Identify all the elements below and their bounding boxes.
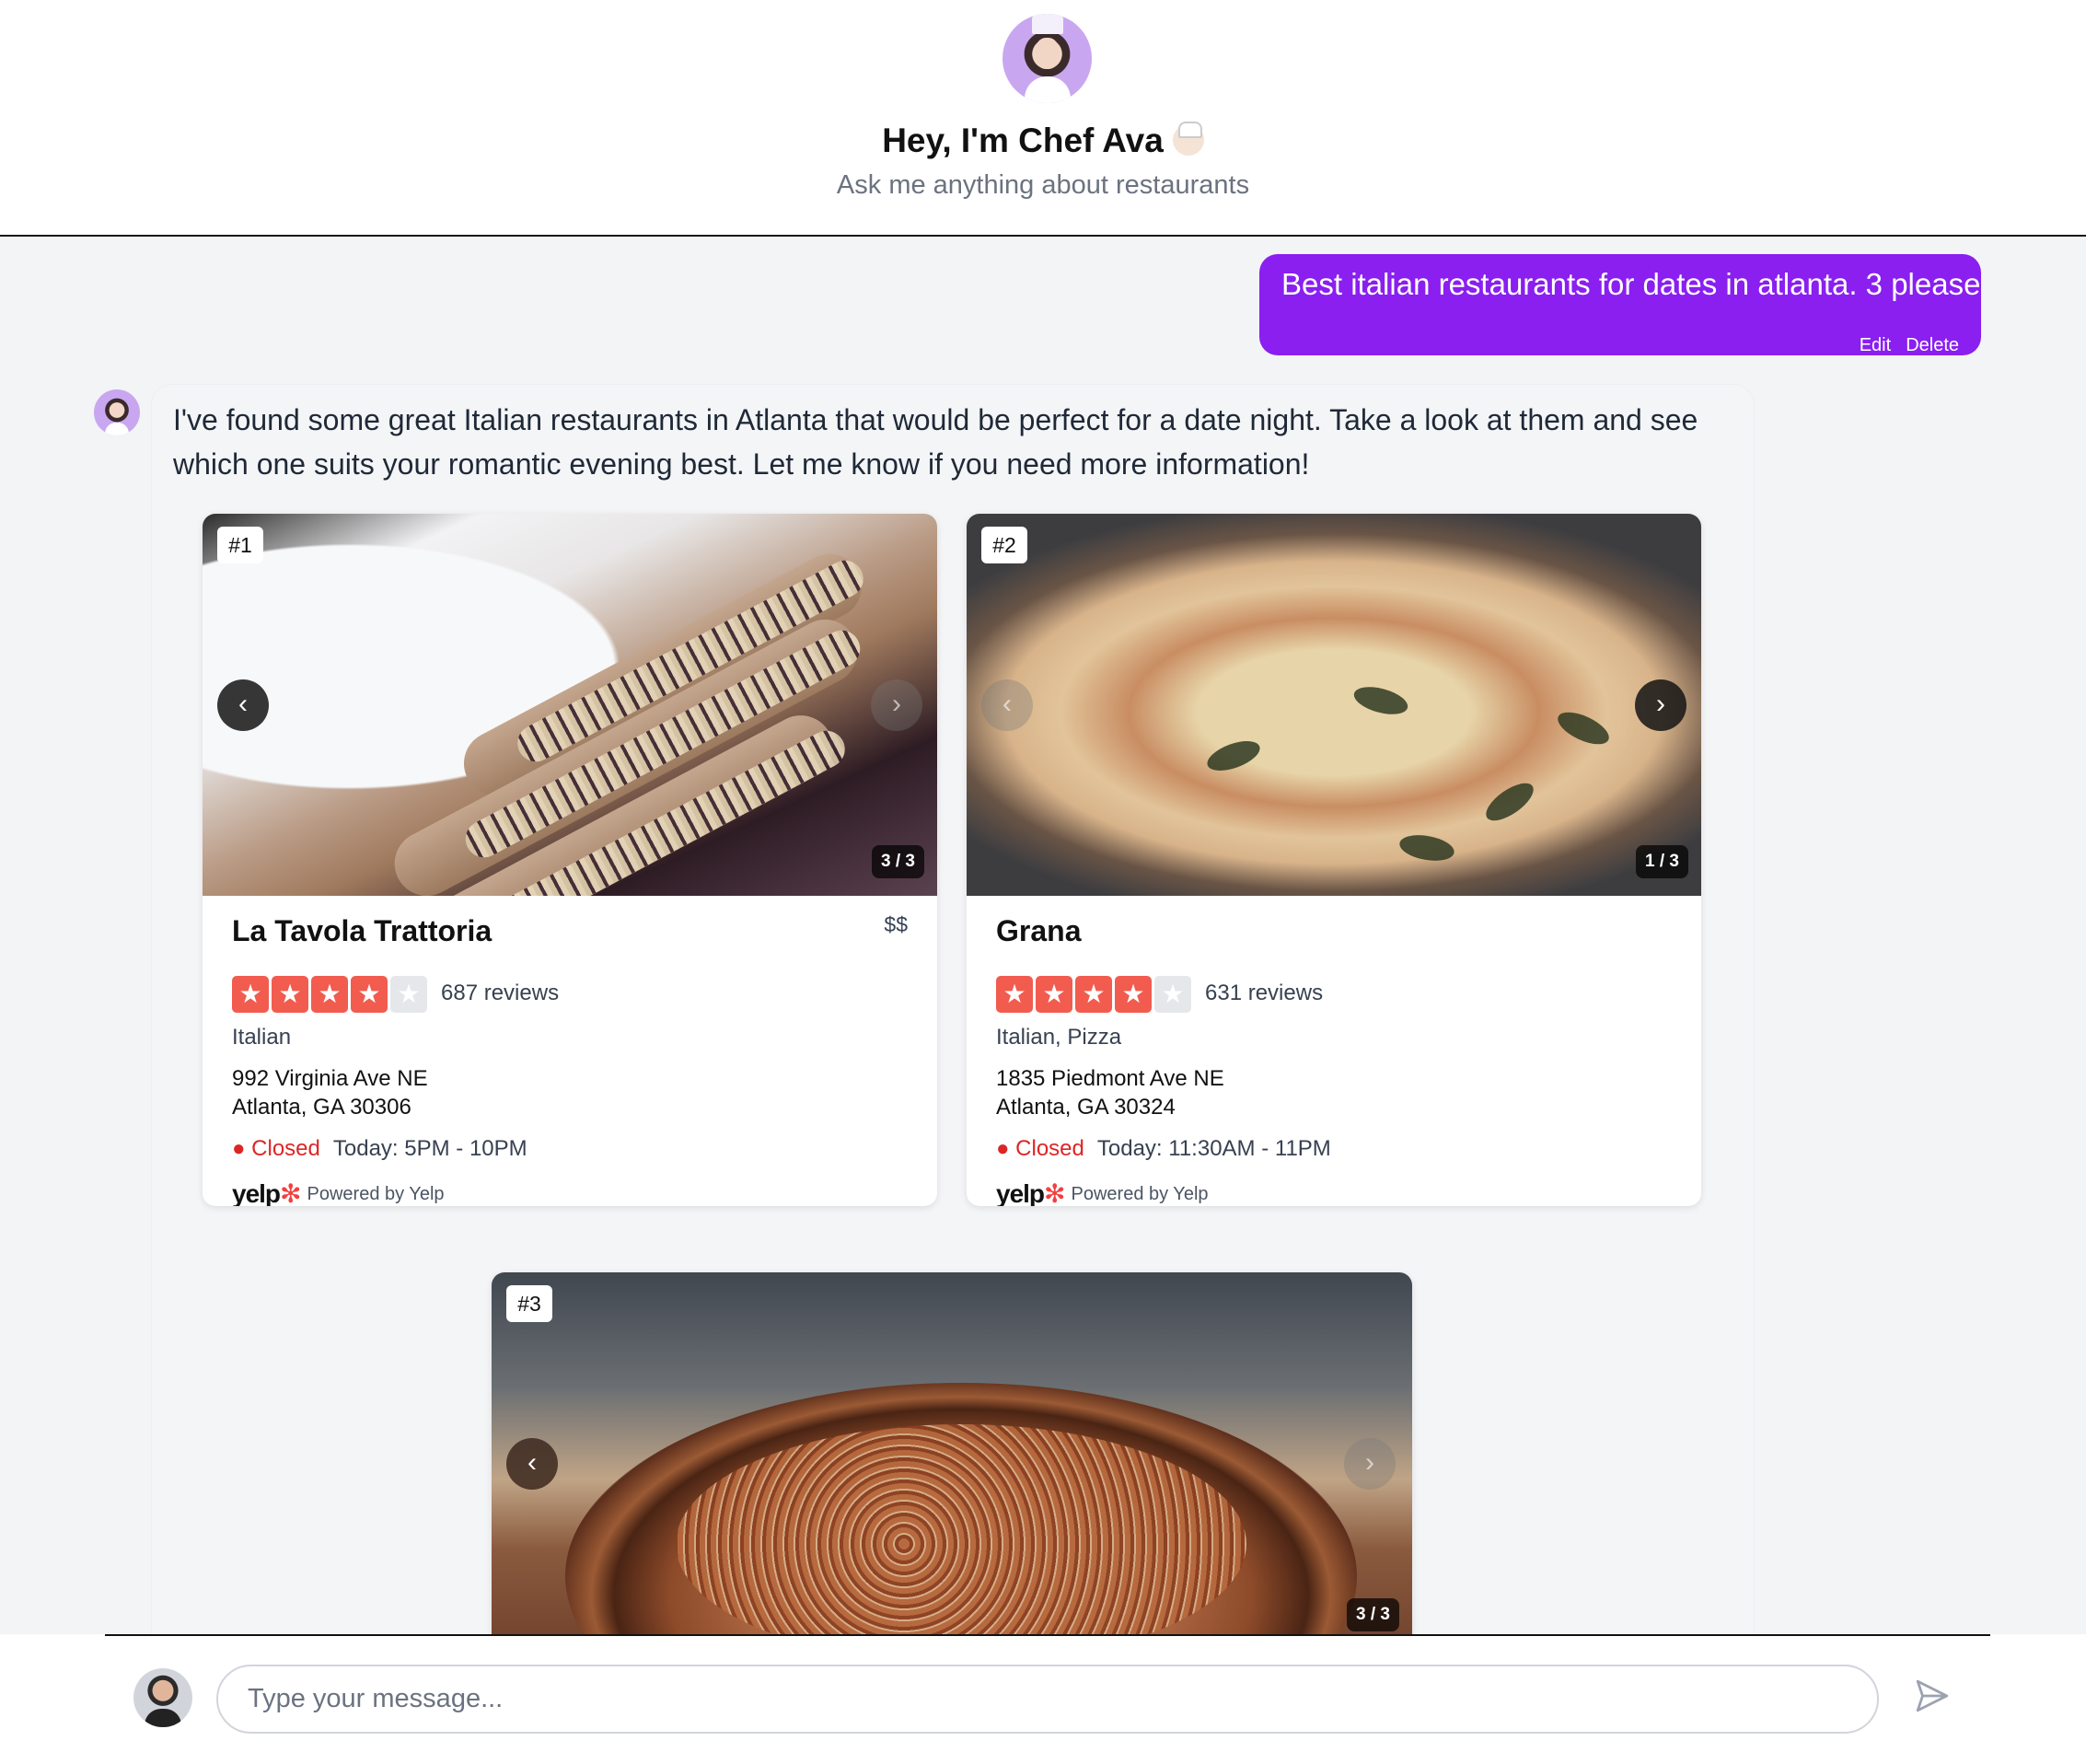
restaurant-name[interactable]: Grana xyxy=(996,914,1081,948)
delete-button[interactable]: Delete xyxy=(1906,335,1959,355)
photo-counter: 1 / 3 xyxy=(1636,845,1688,878)
chevron-right-icon: › xyxy=(1656,689,1665,719)
star-icon xyxy=(351,976,388,1013)
address-line2: Atlanta, GA 30306 xyxy=(232,1095,411,1120)
restaurant-card[interactable]: #2 ‹ › 1 / 3 Grana 631 reviews Italian, … xyxy=(967,514,1701,1206)
yelp-burst-icon: ✻ xyxy=(280,1179,302,1206)
review-count: 631 reviews xyxy=(1205,981,1324,1005)
yelp-attribution[interactable]: yelp✻ Powered by Yelp xyxy=(996,1178,1209,1206)
star-icon xyxy=(1036,976,1072,1013)
review-count: 687 reviews xyxy=(441,981,560,1005)
prev-photo-button[interactable]: ‹ xyxy=(217,679,269,731)
user-message-bubble: Best italian restaurants for dates in at… xyxy=(1259,254,1981,355)
bot-message-bubble: I've found some great Italian restaurant… xyxy=(152,385,1754,1634)
star-icon xyxy=(996,976,1033,1013)
powered-by-yelp: Powered by Yelp xyxy=(307,1184,445,1204)
chevron-left-icon: ‹ xyxy=(1002,689,1012,719)
bot-message-text: I've found some great Italian restaurant… xyxy=(173,403,1698,481)
page-subtitle: Ask me anything about restaurants xyxy=(836,170,1250,200)
page-title-text: Hey, I'm Chef Ava xyxy=(882,122,1164,159)
open-status: ● Closed Today: 5PM - 10PM xyxy=(232,1136,527,1162)
restaurant-card[interactable]: #1 ‹ › 3 / 3 La Tavola Trattoria $$ 687 … xyxy=(203,514,937,1206)
message-input[interactable] xyxy=(216,1665,1879,1734)
star-rating xyxy=(232,976,430,1013)
price-level: $$ xyxy=(884,912,908,936)
rank-badge: #3 xyxy=(506,1285,552,1322)
star-icon xyxy=(311,976,348,1013)
prev-photo-button[interactable]: ‹ xyxy=(981,679,1033,731)
status-label: Closed xyxy=(1015,1136,1084,1161)
chat-header: Hey, I'm Chef Ava Ask me anything about … xyxy=(0,0,2086,237)
star-icon xyxy=(1115,976,1152,1013)
page-title: Hey, I'm Chef Ava xyxy=(0,122,2086,160)
chevron-left-icon: ‹ xyxy=(238,689,248,719)
restaurant-photo xyxy=(492,1272,1412,1634)
star-empty-icon xyxy=(1154,976,1191,1013)
bot-avatar xyxy=(94,389,140,435)
yelp-burst-icon: ✻ xyxy=(1044,1179,1066,1206)
star-rating xyxy=(996,976,1194,1013)
photo-counter: 3 / 3 xyxy=(1347,1598,1399,1631)
rank-badge: #1 xyxy=(217,527,263,563)
chevron-right-icon: › xyxy=(1365,1447,1374,1478)
message-actions: Edit Delete xyxy=(1845,335,1959,356)
send-button[interactable] xyxy=(1913,1677,1952,1715)
chef-ava-avatar xyxy=(1002,14,1092,103)
chat-area[interactable]: Best italian restaurants for dates in at… xyxy=(0,238,2086,1634)
star-icon xyxy=(232,976,269,1013)
edit-button[interactable]: Edit xyxy=(1860,335,1891,355)
restaurant-photo xyxy=(967,514,1701,896)
chef-emoji-icon xyxy=(1172,122,1204,156)
restaurant-photo xyxy=(203,514,937,896)
divider xyxy=(105,1634,1990,1636)
next-photo-button[interactable]: › xyxy=(871,679,922,731)
user-message-text: Best italian restaurants for dates in at… xyxy=(1281,267,1981,301)
chevron-right-icon: › xyxy=(892,689,901,719)
star-empty-icon xyxy=(390,976,427,1013)
powered-by-yelp: Powered by Yelp xyxy=(1071,1184,1209,1204)
prev-photo-button[interactable]: ‹ xyxy=(506,1438,558,1490)
chevron-left-icon: ‹ xyxy=(527,1447,537,1478)
user-avatar xyxy=(133,1668,192,1727)
rank-badge: #2 xyxy=(981,527,1027,563)
hours-text: Today: 5PM - 10PM xyxy=(332,1136,527,1161)
photo-counter: 3 / 3 xyxy=(872,845,924,878)
yelp-logo: yelp xyxy=(996,1179,1045,1206)
status-label: Closed xyxy=(251,1136,320,1161)
message-composer xyxy=(0,1634,2086,1764)
star-icon xyxy=(272,976,308,1013)
status-dot-icon: ● xyxy=(996,1136,1016,1161)
hours-text: Today: 11:30AM - 11PM xyxy=(1096,1136,1331,1161)
address-line1: 992 Virginia Ave NE xyxy=(232,1066,428,1091)
yelp-attribution[interactable]: yelp✻ Powered by Yelp xyxy=(232,1178,445,1206)
send-icon xyxy=(1916,1679,1949,1712)
next-photo-button[interactable]: › xyxy=(1635,679,1686,731)
yelp-logo: yelp xyxy=(232,1179,281,1206)
address-line2: Atlanta, GA 30324 xyxy=(996,1095,1176,1120)
restaurant-category: Italian, Pizza xyxy=(996,1025,1122,1050)
restaurant-category: Italian xyxy=(232,1025,292,1050)
star-icon xyxy=(1075,976,1112,1013)
address-line1: 1835 Piedmont Ave NE xyxy=(996,1066,1224,1091)
next-photo-button[interactable]: › xyxy=(1344,1438,1396,1490)
status-dot-icon: ● xyxy=(232,1136,252,1161)
restaurant-name[interactable]: La Tavola Trattoria xyxy=(232,914,492,948)
open-status: ● Closed Today: 11:30AM - 11PM xyxy=(996,1136,1331,1162)
restaurant-card[interactable]: #3 ‹ › 3 / 3 xyxy=(492,1272,1412,1634)
